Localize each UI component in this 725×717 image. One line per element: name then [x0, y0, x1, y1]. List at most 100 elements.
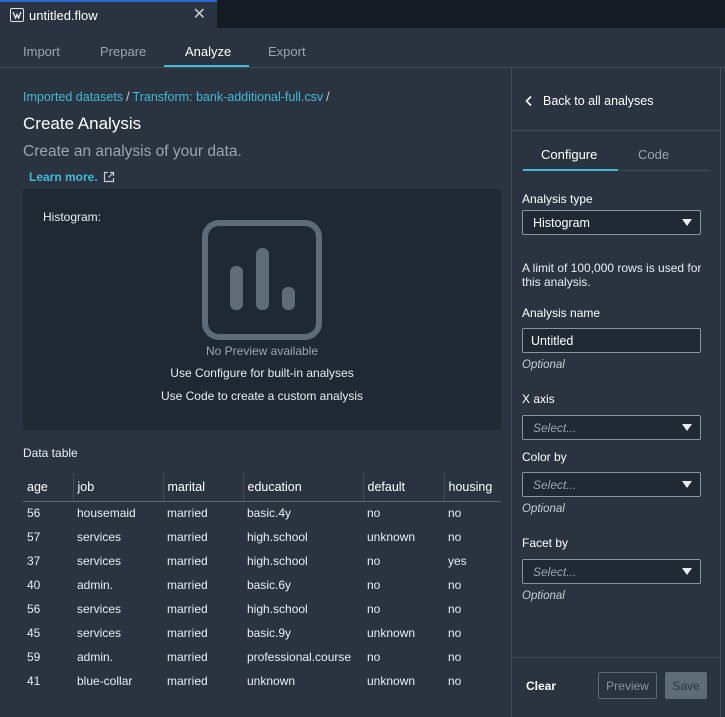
- table-cell: married: [167, 578, 208, 592]
- chevron-left-icon: [525, 95, 532, 107]
- table-cell: 56: [27, 506, 41, 521]
- code-hint: Use Code to create a custom analysis: [160, 389, 364, 403]
- color-by-select[interactable]: Select...: [522, 472, 701, 497]
- tab-prepare[interactable]: Prepare: [100, 44, 146, 59]
- table-cell: no: [448, 530, 462, 544]
- learn-more-link[interactable]: Learn more.: [29, 170, 115, 184]
- file-tab-strip: untitled.flow ✕: [0, 0, 725, 28]
- column-header-job[interactable]: job: [72, 473, 163, 502]
- analysis-name-label: Analysis name: [522, 306, 601, 320]
- table-row: 56 housemaid married basic.4y no no: [23, 501, 501, 525]
- file-tab-name: untitled.flow: [29, 7, 98, 23]
- preview-button[interactable]: Preview: [598, 672, 657, 699]
- facet-by-placeholder: Select...: [533, 565, 577, 579]
- analysis-type-label: Analysis type: [522, 192, 593, 206]
- table-cell: high.school: [247, 554, 308, 568]
- no-preview-text: No Preview available: [205, 344, 319, 358]
- x-axis-select[interactable]: Select...: [522, 415, 701, 440]
- color-by-placeholder: Select...: [533, 478, 577, 492]
- column-header-housing[interactable]: housing: [443, 473, 501, 502]
- breadcrumb: Imported datasets / Transform: bank-additi…: [23, 90, 333, 104]
- table-cell: no: [367, 578, 381, 592]
- table-row: 41 blue-collar married unknown unknown no: [23, 669, 501, 693]
- table-row: 37 services married high.school no yes: [23, 549, 501, 573]
- table-cell: 37: [27, 554, 41, 568]
- table-cell: married: [167, 530, 208, 544]
- configure-panel: Back to all analyses Configure Code Anal…: [511, 68, 721, 717]
- table-cell: 57: [27, 530, 41, 544]
- data-table-label: Data table: [23, 446, 78, 460]
- breadcrumb-separator: /: [126, 90, 130, 104]
- main-nav-tabs: Import Prepare Analyze Export: [0, 28, 725, 68]
- table-cell: no: [367, 554, 381, 568]
- column-header-education[interactable]: education: [242, 473, 363, 502]
- table-cell: 59: [27, 650, 41, 664]
- preview-label: Histogram:: [43, 210, 102, 224]
- table-cell: services: [77, 554, 122, 568]
- table-cell: basic.9y: [247, 626, 292, 640]
- breadcrumb-imported-datasets[interactable]: Imported datasets: [23, 90, 123, 104]
- table-cell: professional.course: [247, 650, 352, 664]
- file-tab[interactable]: untitled.flow ✕: [0, 0, 217, 28]
- save-button[interactable]: Save: [665, 672, 707, 699]
- flow-logo-icon: [10, 8, 24, 22]
- tab-code[interactable]: Code: [638, 147, 669, 162]
- table-cell: no: [448, 602, 462, 616]
- tab-export[interactable]: Export: [268, 44, 306, 59]
- tab-analyze[interactable]: Analyze: [185, 44, 231, 59]
- table-cell: services: [77, 602, 122, 616]
- caret-down-icon: [682, 219, 692, 226]
- close-tab-icon[interactable]: ✕: [193, 6, 206, 24]
- tab-configure[interactable]: Configure: [541, 147, 597, 162]
- x-axis-label: X axis: [522, 392, 555, 406]
- table-row: 57 services married high.school unknown no: [23, 525, 501, 549]
- active-tab-indicator: [164, 65, 249, 67]
- table-cell: 45: [27, 626, 41, 640]
- back-to-analyses-button[interactable]: Back to all analyses: [524, 94, 653, 108]
- column-header-marital[interactable]: marital: [162, 473, 243, 502]
- table-cell: 40: [27, 578, 41, 592]
- caret-down-icon: [682, 424, 692, 431]
- table-cell: blue-collar: [77, 674, 133, 688]
- table-cell: unknown: [367, 626, 416, 640]
- learn-more-label: Learn more.: [29, 170, 98, 184]
- analysis-preview-panel: Histogram: No Preview available Use Conf…: [23, 189, 501, 430]
- table-cell: married: [167, 554, 208, 568]
- column-header-age[interactable]: age: [23, 473, 73, 502]
- table-cell: housemaid: [77, 506, 136, 521]
- table-cell: married: [167, 674, 208, 688]
- table-row: 45 services married basic.9y unknown no: [23, 621, 501, 645]
- table-cell: no: [448, 626, 462, 640]
- table-cell: basic.6y: [247, 578, 292, 592]
- analysis-name-value: Untitled: [531, 334, 574, 348]
- facet-by-select[interactable]: Select...: [522, 559, 701, 584]
- table-cell: high.school: [247, 602, 308, 616]
- table-cell: unknown: [367, 530, 416, 544]
- breadcrumb-transform[interactable]: Transform: bank-additional-full.csv: [133, 90, 324, 104]
- table-cell: no: [448, 674, 462, 688]
- panel-divider: [512, 130, 720, 131]
- color-by-optional-hint: Optional: [522, 503, 565, 515]
- table-header-row: age job marital education default housin…: [23, 473, 501, 502]
- table-cell: no: [367, 506, 381, 521]
- analysis-type-select[interactable]: Histogram: [522, 210, 701, 235]
- table-cell: married: [167, 506, 208, 521]
- table-cell: admin.: [77, 650, 114, 664]
- table-cell: no: [367, 602, 381, 616]
- table-cell: no: [448, 506, 462, 521]
- analysis-type-value: Histogram: [533, 216, 590, 230]
- bar-chart-icon: [202, 220, 322, 340]
- table-cell: 56: [27, 602, 41, 616]
- facet-by-label: Facet by: [522, 536, 569, 550]
- caret-down-icon: [682, 481, 692, 488]
- analysis-name-input[interactable]: Untitled: [522, 328, 701, 353]
- table-cell: unknown: [247, 674, 296, 688]
- table-cell: high.school: [247, 530, 308, 544]
- column-header-default[interactable]: default: [362, 473, 444, 502]
- table-cell: services: [77, 626, 122, 640]
- clear-button[interactable]: Clear: [526, 679, 556, 693]
- external-link-icon: [103, 171, 114, 183]
- caret-down-icon: [682, 568, 692, 575]
- tab-import[interactable]: Import: [23, 44, 60, 59]
- table-row: 56 services married high.school no no: [23, 597, 501, 621]
